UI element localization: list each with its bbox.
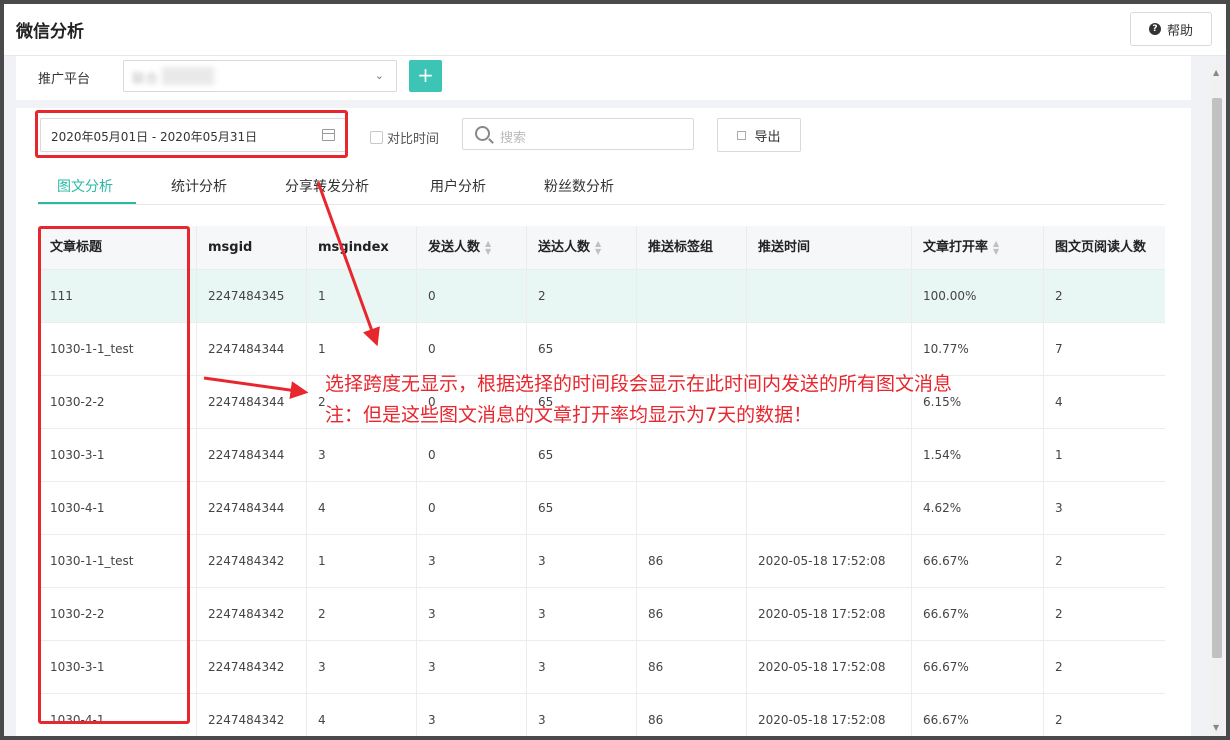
arrow-to-title-column (203, 376, 309, 400)
annotation-line-2: 注：但是这些图文消息的文章打开率均显示为7天的数据！ (325, 404, 813, 426)
arrow-to-date-range (316, 181, 380, 347)
annotation-line-1: 选择跨度无显示，根据选择的时间段会显示在此时间内发送的所有图文消息 (325, 373, 953, 395)
app-window: 微信分析 ? 帮助 推广平台 联合 ⌄ + 2020年05月01日 - 2020… (4, 4, 1226, 736)
